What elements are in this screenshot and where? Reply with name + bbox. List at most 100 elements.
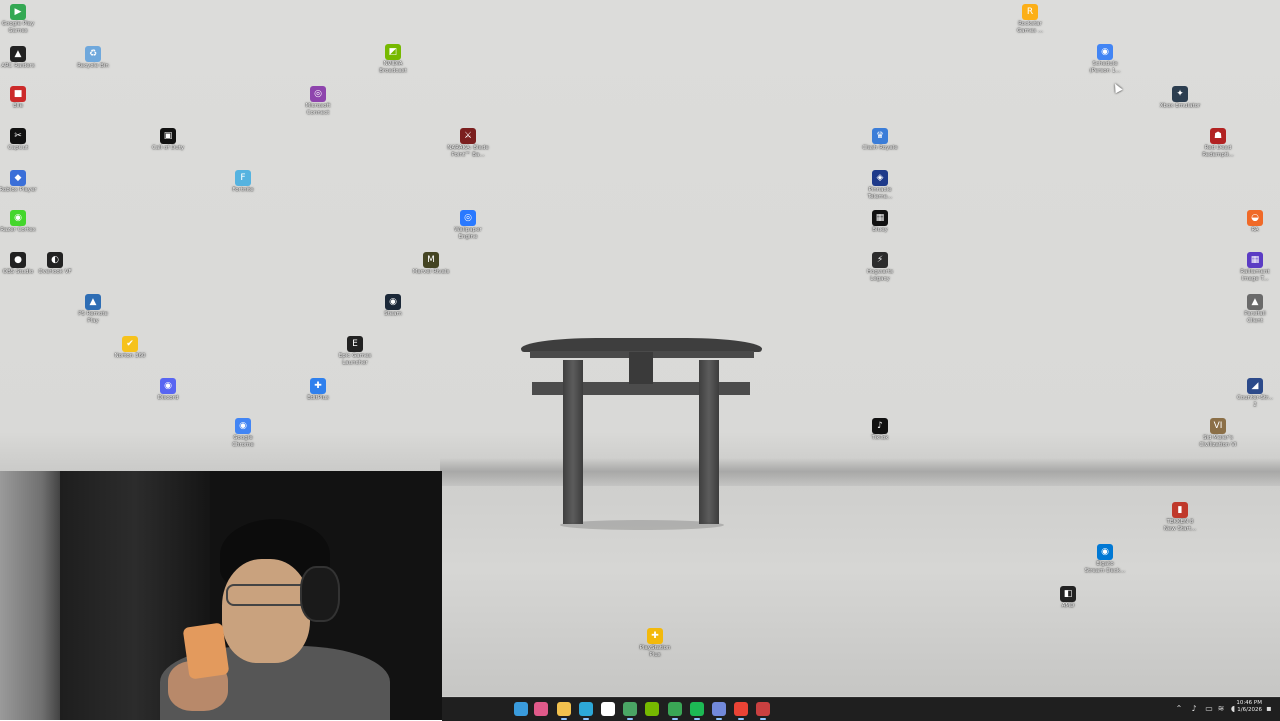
desktop-icon[interactable]: E Epic Games Launcher xyxy=(320,336,390,367)
app-icon: ♛ xyxy=(872,128,888,144)
desktop-icon[interactable]: ▶ Google Play Games xyxy=(0,4,53,35)
desktop-icon[interactable]: ◉ Google Chrome xyxy=(208,418,278,449)
desktop-icon[interactable]: ✂ CapCut xyxy=(0,128,53,152)
desktop-icon-label: ARC Raiders xyxy=(1,63,35,69)
desktop-icon[interactable]: ▦ Bluey xyxy=(845,210,915,234)
chevron-up-icon[interactable]: ⌃ xyxy=(1174,703,1184,714)
desktop-icon[interactable]: ◉ Discord xyxy=(133,378,203,402)
nvidia-icon[interactable] xyxy=(645,702,659,716)
desktop-icon[interactable]: ▦ Ralliament Image T... xyxy=(1220,252,1280,283)
app-icon: ✚ xyxy=(310,378,326,394)
desktop-icon-label: Elgato Stream Deck... xyxy=(1084,561,1126,574)
app-icon: ♻ xyxy=(85,46,101,62)
wallpaper-torii-kasagi xyxy=(521,338,762,352)
wallpaper-torii-pillar-right xyxy=(699,360,719,524)
desktop-icon-label: NARAKA: Blade Point™ Ba... xyxy=(447,145,489,158)
display-icon[interactable]: ▭ xyxy=(1204,703,1214,714)
desktop-icon[interactable]: VI Sid Meier's Civilization VI xyxy=(1183,418,1253,449)
start-icon[interactable] xyxy=(514,702,528,716)
app-icon: ◉ xyxy=(385,294,401,310)
app-icon: ⚡ xyxy=(872,252,888,268)
recording-icon[interactable] xyxy=(756,702,770,716)
app-icon: ◉ xyxy=(10,210,26,226)
desktop-icon-label: Google Play Games xyxy=(1,21,35,34)
spotify-icon[interactable] xyxy=(690,702,704,716)
app-icon: ◉ xyxy=(1097,44,1113,60)
copilot-icon[interactable] xyxy=(534,702,548,716)
app-icon: ◐ xyxy=(47,252,63,268)
desktop-icon-label: Recycle Bin xyxy=(77,63,109,69)
desktop-icon[interactable]: ✔ Norton 360 xyxy=(95,336,165,360)
app-icon: ✦ xyxy=(1172,86,1188,102)
app-icon: ◧ xyxy=(1060,586,1076,602)
desktop-icon-label: CapCut xyxy=(7,145,29,151)
desktop-icon[interactable]: ◉ Razer Cortex xyxy=(0,210,53,234)
desktop-icon[interactable]: ✚ EditPlus xyxy=(283,378,353,402)
desktop-icon[interactable]: ▮ TEKKEN 8 New Start... xyxy=(1145,502,1215,533)
desktop-icon-label: Sid Meier's Civilization VI xyxy=(1199,435,1237,448)
taskbar: ⌃ ♪ ▭ ≋ ◖ ▪ xyxy=(442,697,1280,721)
desktop-icon-label: Marvel Rivals xyxy=(412,269,450,275)
wifi-icon[interactable]: ≋ xyxy=(1216,703,1226,714)
media-icon[interactable] xyxy=(623,702,637,716)
desktop-icon[interactable]: ▲ Parsifall Client xyxy=(1220,294,1280,325)
app-icon: E xyxy=(347,336,363,352)
store-icon[interactable] xyxy=(601,702,615,716)
desktop-icon-label: Ralliament Image T... xyxy=(1240,269,1270,282)
desktop-icon[interactable]: ◒ RA xyxy=(1220,210,1280,234)
desktop-icon[interactable]: ⚔ NARAKA: Blade Point™ Ba... xyxy=(433,128,503,159)
desktop-icon[interactable]: ✦ Xbox Emulator xyxy=(1145,86,1215,110)
taskbar-clock[interactable]: 10:46 PM 1/6/2026 xyxy=(1232,700,1262,714)
desktop-icon-label: Microsoft Connect xyxy=(305,103,331,116)
desktop-icon[interactable]: ◐ Overlook VF xyxy=(20,252,90,276)
desktop-icon-label: Hogwarts Legacy xyxy=(866,269,894,282)
desktop-icon[interactable]: ♻ Recycle Bin xyxy=(58,46,128,70)
desktop-icon-label: Rockstar Games ... xyxy=(1016,21,1044,34)
app-icon: ◢ xyxy=(1247,378,1263,394)
desktop-icon-label: NVIDIA Broadcast xyxy=(379,61,407,74)
desktop-icon[interactable]: ◎ Wallpaper Engine xyxy=(433,210,503,241)
webcam-person-face xyxy=(222,559,310,663)
discord-icon[interactable] xyxy=(712,702,726,716)
desktop-icon[interactable]: M Marvel Rivals xyxy=(396,252,466,276)
desktop-icon[interactable]: ♪ TikTok xyxy=(845,418,915,442)
desktop-icon-label: RA xyxy=(1251,227,1259,233)
desktop-icon-label: Bluey xyxy=(872,227,888,233)
desktop-icon[interactable]: ▲ ARC Raiders xyxy=(0,46,53,70)
app-icon: ◉ xyxy=(1097,544,1113,560)
notification-icon[interactable]: ▪ xyxy=(1264,703,1274,714)
app-icon: ✚ xyxy=(647,628,663,644)
desktop-icon[interactable]: R Rockstar Games ... xyxy=(995,4,1065,35)
app-icon: ▦ xyxy=(1247,252,1263,268)
file-explorer-icon[interactable] xyxy=(557,702,571,716)
desktop-icon-label: Clash Royale xyxy=(862,145,898,151)
desktop-icon[interactable]: ◎ Microsoft Connect xyxy=(283,86,353,117)
desktop-icon[interactable]: ◆ Roblox Player xyxy=(0,170,53,194)
desktop-icon[interactable]: ♛ Clash Royale xyxy=(845,128,915,152)
chrome-icon[interactable] xyxy=(734,702,748,716)
app-icon: ■ xyxy=(10,86,26,102)
desktop-icon[interactable]: ⚡ Hogwarts Legacy xyxy=(845,252,915,283)
desktop-icon[interactable]: ☗ Red Dead Redempti... xyxy=(1183,128,1253,159)
desktop-icon-label: Epic Games Launcher xyxy=(338,353,372,366)
desktop-icon[interactable]: ◉ Schedule (Person 1... xyxy=(1070,44,1140,75)
desktop-icon[interactable]: ▲ PS Remote Play xyxy=(58,294,128,325)
desktop-icon[interactable]: ◩ NVIDIA Broadcast xyxy=(358,44,428,75)
app-icon: ▲ xyxy=(1247,294,1263,310)
edge-icon[interactable] xyxy=(579,702,593,716)
desktop-icon[interactable]: ■ Elle xyxy=(0,86,53,110)
app-icon: ⚔ xyxy=(460,128,476,144)
desktop-icon[interactable]: ◧ AMD xyxy=(1033,586,1103,610)
desktop-icon[interactable]: ◉ Elgato Stream Deck... xyxy=(1070,544,1140,575)
desktop-icon-label: PS Remote Play xyxy=(78,311,108,324)
desktop-icon[interactable]: F Fortnite xyxy=(208,170,278,194)
desktop-icon[interactable]: ◈ Pinnacle Teleme... xyxy=(845,170,915,201)
desktop-icon[interactable]: ▣ Call of Duty xyxy=(133,128,203,152)
app-icon: ▲ xyxy=(10,46,26,62)
xbox-icon[interactable] xyxy=(668,702,682,716)
desktop-icon-label: Steam xyxy=(384,311,402,317)
desktop-icon[interactable]: ◉ Steam xyxy=(358,294,428,318)
desktop-icon[interactable]: ✚ PlayStation Plus xyxy=(620,628,690,659)
desktop-icon[interactable]: ◢ Counter-Str... 2 xyxy=(1220,378,1280,409)
microphone-icon[interactable]: ♪ xyxy=(1189,703,1199,714)
